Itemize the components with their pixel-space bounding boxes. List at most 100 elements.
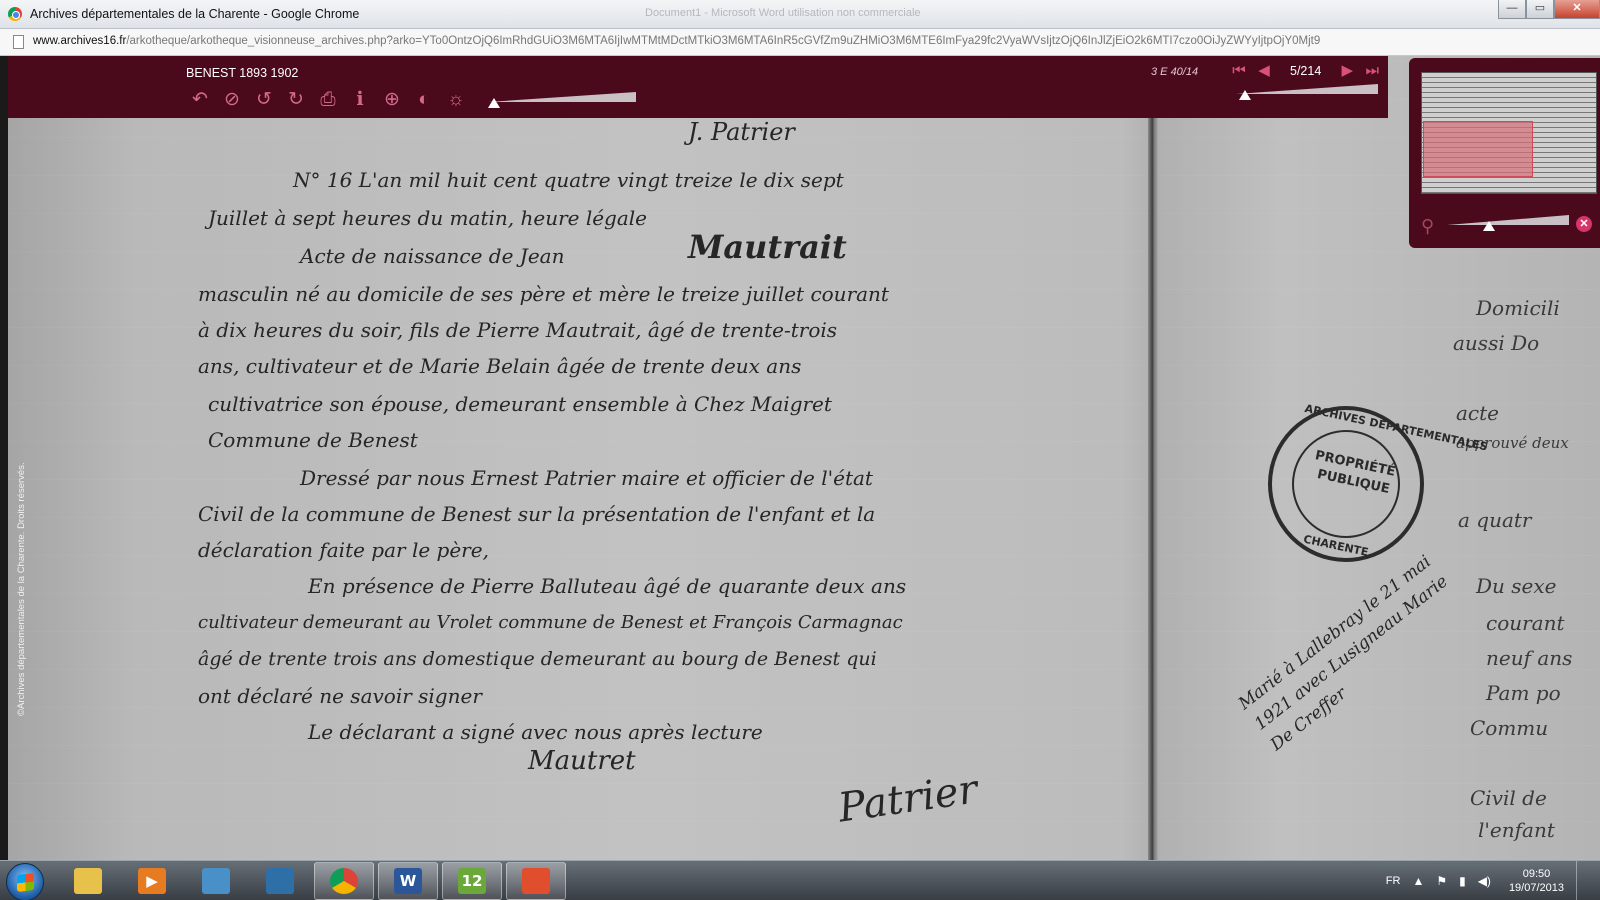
page-fold [1148, 56, 1158, 860]
windows-taskbar: ▶ W 12 FR ▲ ⚑ ▮ ◀) 09:50 19/07/2013 [0, 860, 1600, 900]
taskbar-button[interactable] [506, 862, 566, 900]
taskbar-button[interactable] [314, 862, 374, 900]
taskbar-button[interactable]: ▶ [122, 862, 182, 900]
battery-icon[interactable]: ▮ [1459, 874, 1466, 888]
window-controls: — ▭ ✕ [1498, 0, 1600, 19]
start-button[interactable] [6, 863, 44, 900]
no-icon[interactable]: ⊘ [221, 89, 243, 111]
act-line-4: masculin né au domicile de ses père et m… [198, 282, 889, 306]
window-title: Archives départementales de la Charente … [30, 7, 360, 21]
word-icon: W [394, 868, 422, 894]
address-bar[interactable]: www.archives16.fr/arkotheque/arkotheque_… [0, 29, 1600, 56]
print-icon[interactable]: ⎙ [317, 89, 339, 111]
clock-date: 19/07/2013 [1508, 882, 1564, 894]
undo-icon[interactable]: ↶ [189, 89, 211, 111]
right-page-fragment-8: neuf ans [1486, 646, 1573, 670]
chrome-logo-icon [8, 7, 22, 21]
next-page-button[interactable]: ▶ [1338, 62, 1356, 80]
thumbnail-panel: ⚲ ✕ [1409, 58, 1600, 248]
film-icon [522, 868, 550, 894]
app-12-icon: 12 [458, 868, 486, 894]
act-line-3: Acte de naissance de Jean [300, 244, 565, 268]
action-center-flag-icon[interactable]: ⚑ [1436, 874, 1447, 888]
brightness-slider-track [488, 92, 636, 102]
zoom-slider-track [1447, 215, 1569, 225]
taskbar-button[interactable] [250, 862, 310, 900]
lock-icon[interactable]: ⊕ [381, 89, 403, 111]
url-text[interactable]: www.archives16.fr/arkotheque/arkotheque_… [33, 35, 1320, 47]
brightness-icon[interactable]: ☼ [445, 89, 467, 111]
taskbar-button[interactable] [58, 862, 118, 900]
right-page-fragment-1: Domicili [1476, 296, 1560, 320]
act-line-8: Commune de Benest [208, 428, 418, 452]
header-scrawl: J. Patrier [688, 118, 795, 146]
act-line-12: En présence de Pierre Balluteau âgé de q… [308, 574, 907, 598]
act-line-5: à dix heures du soir, fils de Pierre Mau… [198, 318, 838, 342]
right-page-fragment-2: aussi Do [1453, 331, 1540, 355]
act-line-16: Le déclarant a signé avec nous après lec… [308, 720, 763, 744]
maximize-button[interactable]: ▭ [1526, 0, 1554, 19]
act-line-9: Dressé par nous Ernest Patrier maire et … [300, 466, 873, 490]
background-window-title: Document1 - Microsoft Word utilisation n… [645, 7, 921, 19]
show-desktop-button[interactable] [1576, 861, 1586, 900]
act-line-1: N° 16 L'an mil huit cent quatre vingt tr… [293, 168, 844, 192]
taskbar-apps: ▶ W 12 [58, 862, 566, 900]
declarant-signature: Mautret [528, 746, 636, 776]
taskbar-button[interactable]: 12 [442, 862, 502, 900]
right-page-fragment-11: Civil de [1470, 786, 1547, 810]
last-page-button[interactable]: ⏭ [1363, 62, 1381, 80]
tool-buttons: ↶ ⊘ ↺ ↻ ⎙ ℹ ⊕ ◐ ☼ [189, 89, 467, 111]
page-slider-thumb[interactable] [1238, 90, 1251, 100]
browser-titlebar: Archives départementales de la Charente … [0, 0, 1600, 29]
scanned-register-page[interactable]: J. Patrier N° 16 L'an mil huit cent quat… [8, 56, 1600, 860]
close-button[interactable]: ✕ [1554, 0, 1600, 19]
zoom-slider-thumb[interactable] [1483, 221, 1496, 231]
close-thumbnail-button[interactable]: ✕ [1576, 216, 1592, 232]
info-icon[interactable]: ℹ [349, 89, 371, 111]
minimize-button[interactable]: — [1498, 0, 1526, 19]
url-path: /arkotheque/arkotheque_visionneuse_archi… [126, 35, 1321, 47]
copyright-notice: ©Archives départementales de la Charente… [16, 462, 27, 716]
brightness-slider[interactable] [488, 92, 636, 108]
act-line-7: cultivatrice son épouse, demeurant ensem… [208, 392, 832, 416]
rotate-right-icon[interactable]: ↻ [285, 89, 307, 111]
right-page-fragment-9: Pam po [1486, 681, 1561, 705]
taskbar-button[interactable]: W [378, 862, 438, 900]
language-indicator[interactable]: FR [1386, 875, 1401, 887]
computer-icon [266, 868, 294, 894]
act-line-10: Civil de la commune de Benest sur la pré… [198, 502, 876, 526]
system-tray: FR ▲ ⚑ ▮ ◀) 09:50 19/07/2013 [1386, 861, 1600, 900]
act-line-13: cultivateur demeurant au Vrolet commune … [198, 612, 903, 633]
previous-page-button[interactable]: ◀ [1255, 62, 1273, 80]
act-line-15: ont déclaré ne savoir signer [198, 684, 482, 708]
viewport-indicator[interactable] [1423, 121, 1533, 177]
mayor-signature: Patrier [835, 766, 981, 832]
explorer-icon [74, 868, 102, 894]
url-domain: www.archives16.fr [33, 35, 127, 47]
contrast-icon[interactable]: ◐ [413, 89, 435, 111]
page-navigation: ⏮ ◀ 5/214 ▶ ⏭ [1230, 62, 1381, 80]
clock[interactable]: 09:50 19/07/2013 [1503, 867, 1564, 895]
document-viewer[interactable]: J. Patrier N° 16 L'an mil huit cent quat… [0, 56, 1600, 860]
right-page-fragment-3: acte [1456, 401, 1499, 425]
first-page-button[interactable]: ⏮ [1230, 62, 1248, 80]
page-number: 5/214 [1290, 64, 1322, 78]
windows-logo-icon [17, 873, 34, 892]
marriage-margin-note: Marié à Lallebray le 21 mai 1921 avec Lu… [1234, 551, 1452, 756]
page-thumbnail[interactable] [1421, 72, 1597, 194]
page-icon [13, 35, 24, 49]
show-hidden-icons-icon[interactable]: ▲ [1412, 874, 1424, 888]
act-line-14: âgé de trente trois ans domestique demeu… [198, 648, 877, 670]
archives-stamp: ARCHIVES DÉPARTEMENTALES PROPRIÉTÉ PUBLI… [1253, 391, 1489, 577]
rotate-left-icon[interactable]: ↺ [253, 89, 275, 111]
brightness-slider-thumb[interactable] [488, 98, 500, 108]
page-slider-track [1236, 84, 1378, 94]
clock-time: 09:50 [1522, 868, 1551, 880]
page-slider[interactable] [1236, 84, 1378, 100]
zoom-slider[interactable] [1447, 215, 1569, 231]
right-page-fragment-7: courant [1486, 611, 1565, 635]
taskbar-button[interactable] [186, 862, 246, 900]
chrome-icon [330, 868, 358, 894]
volume-icon[interactable]: ◀) [1478, 874, 1491, 888]
surname-heading: Mautrait [688, 228, 847, 266]
